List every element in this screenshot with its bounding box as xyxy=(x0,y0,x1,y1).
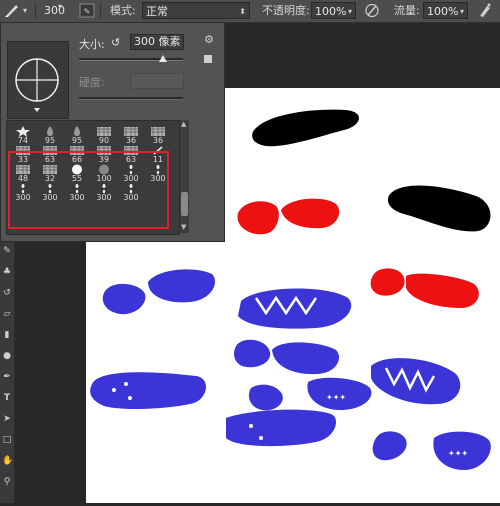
opacity-field[interactable]: 100% ▾ xyxy=(311,2,356,19)
type-tool-icon[interactable]: T xyxy=(2,393,12,403)
path-selection-tool-icon[interactable]: ➤ xyxy=(2,414,12,424)
brush-tool-icon[interactable]: ✎ xyxy=(2,246,12,256)
scroll-up-arrow-icon[interactable]: ▲ xyxy=(181,120,186,128)
options-bar: ▾ 300 ▾ ✎ 模式: 正常 ⬍ 不透明度: 100% ▾ 流量: 100%… xyxy=(0,0,500,23)
black-footprint-1 xyxy=(252,109,359,147)
brush-preview[interactable] xyxy=(7,41,69,119)
gradient-tool-icon[interactable]: ▮ xyxy=(2,330,12,340)
opacity-label: 不透明度: xyxy=(262,4,310,17)
mode-select[interactable]: 正常 ⬍ xyxy=(142,2,250,19)
svg-text:✦✦✦: ✦✦✦ xyxy=(326,393,346,402)
blue-footprint-3 xyxy=(234,339,340,375)
hand-tool-icon[interactable]: ✋ xyxy=(2,456,13,466)
blue-footprint-6: ✦✦✦ xyxy=(248,377,372,411)
blue-footprint-1 xyxy=(102,269,216,315)
brush-picker-dropdown-icon[interactable]: ▾ xyxy=(58,0,62,18)
scroll-down-arrow-icon[interactable]: ▼ xyxy=(181,223,186,231)
black-footprint-2 xyxy=(387,185,491,232)
size-slider[interactable] xyxy=(79,58,183,61)
brush-preset-item[interactable]: 36 xyxy=(146,125,173,145)
red-footprint-1 xyxy=(237,198,340,235)
brush-preset-picker: 大小: ↺ 300 像素 ⚙ 硬度: 74 95 95 90 36 36 33 63 66 39 6… xyxy=(0,22,225,242)
mode-label: 模式: xyxy=(110,4,136,17)
brush-preset-item[interactable]: 90 xyxy=(92,125,119,145)
blue-footprint-2 xyxy=(238,288,352,329)
eraser-tool-icon[interactable]: ▱ xyxy=(2,309,12,319)
blue-footprint-4 xyxy=(371,358,461,405)
pen-tool-icon[interactable]: ✒ xyxy=(2,372,12,382)
size-field[interactable]: 300 像素 xyxy=(130,34,184,50)
size-slider-handle[interactable] xyxy=(159,55,167,62)
hardness-slider[interactable] xyxy=(79,97,183,100)
blue-footprint-8: ✦✦✦ xyxy=(372,431,491,470)
brush-preset-item[interactable]: 95 xyxy=(65,125,92,145)
preset-scrollbar[interactable]: ▲ ▼ xyxy=(180,120,189,233)
brush-preset-item[interactable]: 74 xyxy=(11,125,38,145)
size-label: 大小: xyxy=(79,38,105,51)
brush-preset-item[interactable]: 36 xyxy=(119,125,146,145)
selected-presets-highlight xyxy=(8,151,169,229)
reset-size-icon[interactable]: ↺ xyxy=(111,36,120,49)
clone-stamp-tool-icon[interactable]: ♣ xyxy=(2,267,12,277)
tools-panel: ✎ ♣ ↺ ▱ ▮ ● ✒ T ➤ □ ✋ ⚲ xyxy=(0,240,15,503)
svg-text:✦✦✦: ✦✦✦ xyxy=(448,449,468,458)
red-footprint-2 xyxy=(370,268,479,308)
flow-value: 100% xyxy=(427,5,459,18)
brush-preset-item[interactable]: 95 xyxy=(38,125,65,145)
scroll-thumb[interactable] xyxy=(181,192,188,216)
shape-tool-icon[interactable]: □ xyxy=(2,435,12,445)
brush-size-field[interactable]: 300 xyxy=(41,2,68,19)
svg-text:✎: ✎ xyxy=(84,7,91,16)
flow-dropdown-icon: ▾ xyxy=(459,7,464,16)
hardness-field[interactable] xyxy=(130,73,184,89)
hardness-label: 硬度: xyxy=(79,76,105,89)
flow-field[interactable]: 100% ▾ xyxy=(423,2,468,19)
tool-preset-dropdown-icon[interactable]: ▾ xyxy=(23,0,27,22)
pressure-opacity-icon[interactable] xyxy=(363,2,381,19)
size-value: 300 像素 xyxy=(134,35,181,48)
brush-panel-toggle-icon[interactable]: ✎ xyxy=(78,2,96,19)
blue-footprint-5 xyxy=(90,372,206,410)
blue-footprint-7 xyxy=(226,409,336,447)
flow-label: 流量: xyxy=(394,4,420,17)
blur-tool-icon[interactable]: ● xyxy=(2,351,12,361)
brush-tool-icon[interactable] xyxy=(3,2,21,19)
panel-settings-gear-icon[interactable]: ⚙ xyxy=(204,33,214,46)
opacity-dropdown-icon: ▾ xyxy=(347,7,352,16)
airbrush-icon[interactable] xyxy=(476,2,494,19)
opacity-value: 100% xyxy=(315,5,347,18)
history-brush-tool-icon[interactable]: ↺ xyxy=(2,288,12,298)
mode-value: 正常 xyxy=(146,5,168,18)
mode-select-arrow-icon: ⬍ xyxy=(239,7,246,16)
new-preset-icon[interactable] xyxy=(204,55,212,63)
zoom-tool-icon[interactable]: ⚲ xyxy=(2,477,12,487)
